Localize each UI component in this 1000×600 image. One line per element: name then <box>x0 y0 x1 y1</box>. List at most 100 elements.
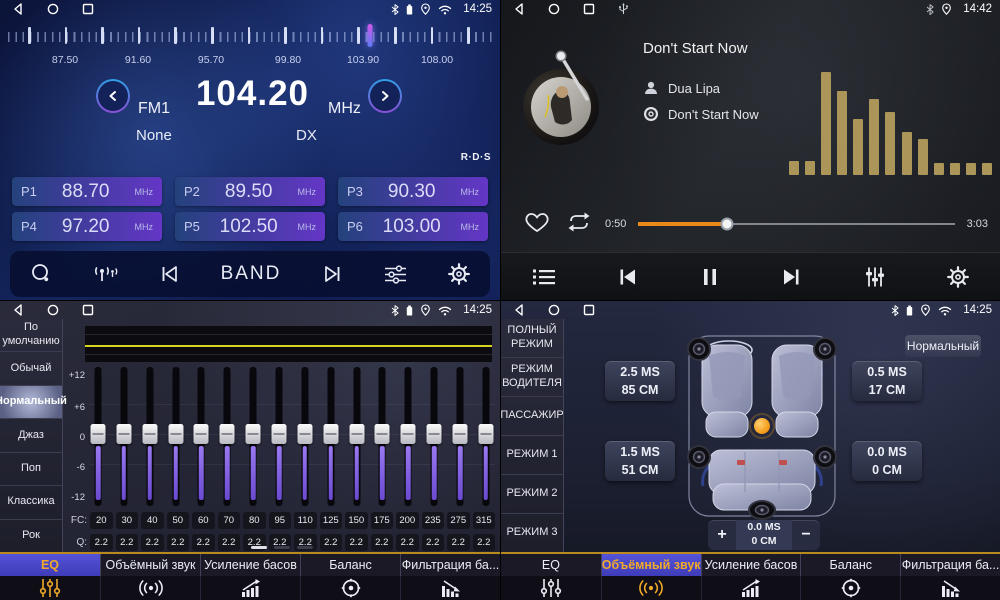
slider-handle[interactable] <box>453 424 468 444</box>
slider-handle[interactable] <box>401 424 416 444</box>
eq-band-slider[interactable] <box>141 365 159 510</box>
delay-increase-button[interactable]: + <box>708 520 736 550</box>
preset-button[interactable]: P2 89.50 MHz <box>175 177 325 206</box>
slider-handle[interactable] <box>478 424 493 444</box>
slider-handle[interactable] <box>272 424 287 444</box>
eq-preset-rock[interactable]: Рок <box>0 520 62 552</box>
home-button[interactable] <box>47 304 59 316</box>
band-button[interactable]: BAND <box>221 263 282 285</box>
front-left-delay-button[interactable]: 2.5 MS 85 CM <box>605 361 675 401</box>
eq-preset-pop[interactable]: Поп <box>0 453 62 486</box>
tab-balance[interactable]: Баланс <box>800 554 900 600</box>
back-button[interactable] <box>12 304 24 316</box>
rear-right-delay-button[interactable]: 0.0 MS 0 CM <box>852 441 922 481</box>
playlist-button[interactable] <box>531 266 557 288</box>
home-button[interactable] <box>548 3 560 15</box>
mode-1[interactable]: РЕЖИМ 1 <box>501 436 563 475</box>
slider-handle[interactable] <box>220 424 235 444</box>
previous-station-button[interactable] <box>158 263 182 285</box>
slider-handle[interactable] <box>375 424 390 444</box>
preset-button[interactable]: P6 103.00 MHz <box>338 212 488 241</box>
slider-handle[interactable] <box>323 424 338 444</box>
eq-curve-display <box>85 326 492 362</box>
eq-band-slider[interactable] <box>218 365 236 510</box>
slider-handle[interactable] <box>116 424 131 444</box>
eq-preset-normal[interactable]: Нормальный <box>0 386 62 419</box>
previous-track-button[interactable] <box>616 266 640 288</box>
eq-band-slider[interactable] <box>296 365 314 510</box>
eq-band-slider[interactable] <box>167 365 185 510</box>
tune-down-button[interactable] <box>96 79 130 113</box>
settings-gear-button[interactable] <box>447 262 471 286</box>
eq-band-slider[interactable] <box>244 365 262 510</box>
eq-preset-jazz[interactable]: Джаз <box>0 419 62 452</box>
rear-left-delay-button[interactable]: 1.5 MS 51 CM <box>605 441 675 481</box>
eq-band-slider[interactable] <box>89 365 107 510</box>
home-button[interactable] <box>548 304 560 316</box>
tab-balance[interactable]: Баланс <box>300 554 400 600</box>
tab-bass-boost[interactable]: Усиление басов <box>200 554 300 600</box>
tab-eq[interactable]: EQ <box>0 554 100 600</box>
back-button[interactable] <box>12 3 24 15</box>
mode-driver[interactable]: РЕЖИМ ВОДИТЕЛЯ <box>501 358 563 397</box>
eq-band-slider[interactable] <box>399 365 417 510</box>
eq-band-slider[interactable] <box>192 365 210 510</box>
tab-filter[interactable]: Фильтрация ба... <box>400 554 500 600</box>
eq-band-slider[interactable] <box>451 365 469 510</box>
mode-2[interactable]: РЕЖИМ 2 <box>501 475 563 514</box>
front-right-delay-button[interactable]: 0.5 MS 17 CM <box>852 361 922 401</box>
slider-handle[interactable] <box>427 424 442 444</box>
tab-surround[interactable]: Объёмный звук <box>100 554 200 600</box>
eq-preset-custom[interactable]: Обычай <box>0 352 62 385</box>
delay-decrease-button[interactable]: − <box>792 520 820 550</box>
mode-3[interactable]: РЕЖИМ 3 <box>501 514 563 552</box>
slider-handle[interactable] <box>246 424 261 444</box>
eq-band-slider[interactable] <box>348 365 366 510</box>
adjust-sliders-button[interactable] <box>383 263 408 285</box>
mode-passenger[interactable]: ПАССАЖИР <box>501 397 563 436</box>
eq-band-slider[interactable] <box>477 365 495 510</box>
eq-preset-default[interactable]: По умолчанию <box>0 319 62 352</box>
recents-button[interactable] <box>82 3 94 15</box>
sound-profile-button[interactable]: Нормальный <box>905 335 981 357</box>
eq-band-slider[interactable] <box>373 365 391 510</box>
eq-band-slider[interactable] <box>115 365 133 510</box>
favorite-button[interactable] <box>525 211 549 238</box>
next-track-button[interactable] <box>779 266 803 288</box>
back-button[interactable] <box>513 304 525 316</box>
broadcast-dx-button[interactable] <box>92 262 119 286</box>
pause-button[interactable] <box>700 266 720 288</box>
eq-band-slider[interactable] <box>322 365 340 510</box>
tab-filter[interactable]: Фильтрация ба... <box>900 554 1000 600</box>
recents-button[interactable] <box>583 3 595 15</box>
seek-bar[interactable] <box>638 223 954 226</box>
tab-eq[interactable]: EQ <box>501 554 601 600</box>
preset-button[interactable]: P5 102.50 MHz <box>175 212 325 241</box>
next-station-button[interactable] <box>320 263 344 285</box>
mode-full[interactable]: ПОЛНЫЙ РЕЖИМ <box>501 319 563 358</box>
settings-gear-button[interactable] <box>946 265 970 289</box>
tab-surround[interactable]: Объёмный звук <box>601 554 701 600</box>
slider-handle[interactable] <box>168 424 183 444</box>
slider-handle[interactable] <box>297 424 312 444</box>
slider-handle[interactable] <box>194 424 209 444</box>
home-button[interactable] <box>47 3 59 15</box>
eq-band-slider[interactable] <box>425 365 443 510</box>
preset-button[interactable]: P3 90.30 MHz <box>338 177 488 206</box>
tune-up-button[interactable] <box>368 79 402 113</box>
repeat-button[interactable] <box>565 211 593 238</box>
search-stations-button[interactable] <box>29 262 53 286</box>
eq-band-slider[interactable] <box>270 365 288 510</box>
tab-bass-boost[interactable]: Усиление басов <box>701 554 801 600</box>
seek-knob[interactable] <box>720 218 733 231</box>
preset-button[interactable]: P4 97.20 MHz <box>12 212 162 241</box>
slider-handle[interactable] <box>91 424 106 444</box>
recents-button[interactable] <box>583 304 595 316</box>
preset-button[interactable]: P1 88.70 MHz <box>12 177 162 206</box>
slider-handle[interactable] <box>349 424 364 444</box>
eq-preset-classic[interactable]: Классика <box>0 486 62 519</box>
recents-button[interactable] <box>82 304 94 316</box>
back-button[interactable] <box>513 3 525 15</box>
equalizer-levels-button[interactable] <box>863 265 887 289</box>
slider-handle[interactable] <box>142 424 157 444</box>
